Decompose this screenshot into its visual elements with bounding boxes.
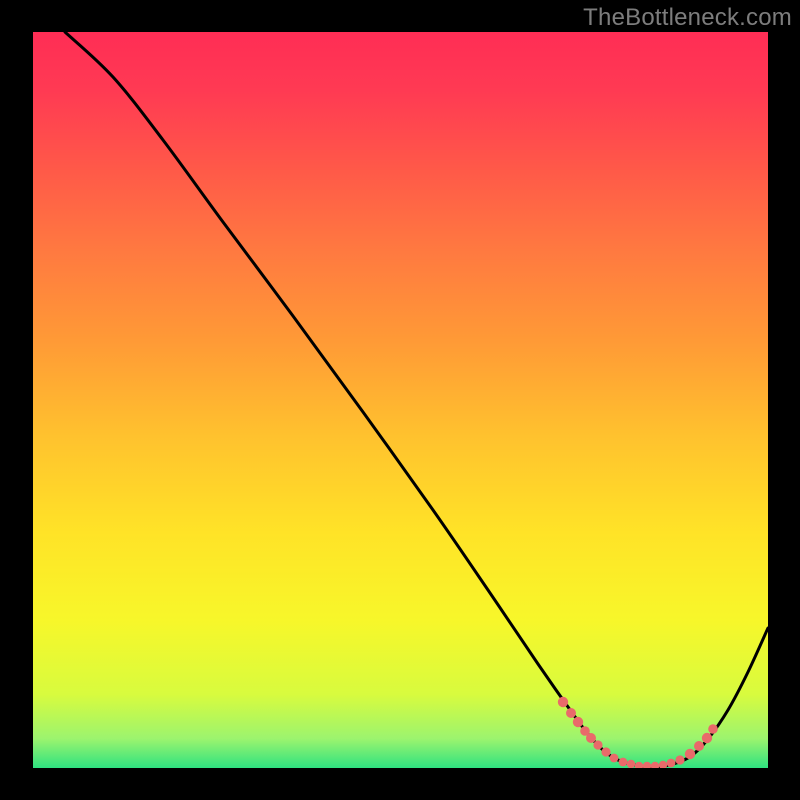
gradient-background xyxy=(33,32,768,768)
plot-svg xyxy=(33,32,768,768)
marker-dot xyxy=(573,717,583,727)
marker-dot xyxy=(702,733,712,743)
watermark-text: TheBottleneck.com xyxy=(583,4,792,32)
marker-dot xyxy=(708,724,718,734)
marker-dot xyxy=(694,741,704,751)
marker-dot xyxy=(558,697,568,707)
marker-dot xyxy=(593,740,602,749)
marker-dot xyxy=(619,758,628,767)
marker-dot xyxy=(586,733,596,743)
chart-frame: TheBottleneck.com xyxy=(0,0,800,800)
marker-dot xyxy=(675,755,684,764)
plot-area xyxy=(33,32,768,768)
marker-dot xyxy=(610,754,619,763)
marker-dot xyxy=(627,760,635,768)
marker-dot xyxy=(667,759,676,768)
marker-dot xyxy=(566,708,576,718)
marker-dot xyxy=(685,749,695,759)
marker-dot xyxy=(601,747,610,756)
